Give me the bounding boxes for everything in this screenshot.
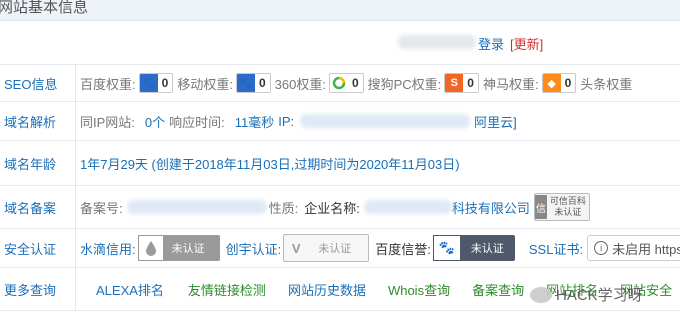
age-row: 域名年龄 1年7月29天 (创建于2018年11月03日,过期时间为2020年1… <box>0 141 680 186</box>
chuangyu-badge-text: 未认证 <box>318 243 352 255</box>
ssl-status[interactable]: i 未启用 https <box>587 235 680 261</box>
chuangyu-label: 创宇认证: <box>225 241 282 257</box>
age-value: 1年7月29天 (创建于2018年11月03日,过期时间为2020年11月03日… <box>80 156 460 172</box>
shuidi-badge[interactable]: 未认证 <box>137 235 220 261</box>
refresh-link[interactable]: [更新] <box>510 34 543 53</box>
seo-content: 百度权重: 🐾 0 移动权重: 🐾 0 360权重: 0 搜狗PC权重: S 0… <box>76 65 632 101</box>
shenma-weight-badge[interactable]: ◆ 0 <box>541 73 577 93</box>
badge-bottom-text: 未认证 <box>554 207 582 217</box>
baidu-badge-text: 未认证 <box>470 243 504 255</box>
company-value[interactable]: 科技有限公司 <box>452 198 530 217</box>
badge-top-text: 可信百科 <box>549 196 586 206</box>
nature-value: 企业 <box>304 200 331 216</box>
sogou-weight-badge[interactable]: S 0 <box>444 73 479 93</box>
paw-icon: 🐾 <box>432 235 461 261</box>
mobile-weight-value: 0 <box>258 76 266 90</box>
chuangyu-badge[interactable]: V 未认证 <box>283 234 370 262</box>
seo-item-label: 神马权重: <box>482 76 539 92</box>
shield-v-icon: V <box>291 240 301 256</box>
blurred-company <box>363 200 452 214</box>
paw-icon: 🐾 <box>139 74 158 92</box>
ssl-label: SSL证书: <box>528 241 584 257</box>
alexa-link[interactable]: ALEXA排名 <box>96 280 164 299</box>
sogou-weight-value: 0 <box>467 76 474 90</box>
seo-item-label: 360权重: <box>274 76 326 92</box>
seo-item-label: 搜狗PC权重: <box>367 76 442 92</box>
age-content: 1年7月29天 (创建于2018年11月03日,过期时间为2020年11月03日… <box>76 141 460 185</box>
water-drop-icon <box>137 235 164 261</box>
section-title: 网站基本信息 <box>0 0 89 16</box>
shuidi-badge-text: 未认证 <box>171 243 205 255</box>
nature-label: 性质: <box>268 200 299 216</box>
icp-row: 域名备案 备案号: 性质: 企业 名称: 科技有限公司 信 可信百科 未认证 <box>0 186 680 229</box>
ip-label: IP: <box>278 113 295 129</box>
shenma-icon: ◆ <box>542 74 561 92</box>
icp-label: 域名备案 <box>0 186 76 228</box>
baidu-badge[interactable]: 🐾 未认证 <box>432 235 515 261</box>
icp-query-link[interactable]: 备案查询 <box>472 280 524 299</box>
360-weight-value: 0 <box>351 76 359 90</box>
sogou-icon: S <box>445 74 464 92</box>
dns-label: 域名解析 <box>0 102 76 140</box>
360-weight-badge[interactable]: 0 <box>328 73 364 93</box>
age-label: 域名年龄 <box>0 141 76 185</box>
security-content: 水滴信用: 未认证 创宇认证: V 未认证 百度信誉: 🐾 未认证 SSL证书:… <box>76 229 680 267</box>
history-data-link[interactable]: 网站历史数据 <box>288 280 366 299</box>
more-label: 更多查询 <box>0 268 76 310</box>
response-label: 响应时间: <box>169 114 225 130</box>
response-value: 11毫秒 <box>234 114 275 130</box>
dns-content: 同IP网站: 0个 响应时间: 11毫秒 IP: 阿里云] <box>76 102 517 140</box>
company-label: 名称: <box>330 200 360 216</box>
dns-row: 域名解析 同IP网站: 0个 响应时间: 11毫秒 IP: 阿里云] <box>0 102 680 141</box>
login-link[interactable]: 登录 <box>478 34 504 53</box>
icp-content: 备案号: 性质: 企业 名称: 科技有限公司 信 可信百科 未认证 <box>76 186 590 228</box>
watermark: HACK学习呀 <box>530 284 643 305</box>
seo-label: SEO信息 <box>0 65 76 101</box>
seo-item-label: 百度权重: <box>80 76 136 92</box>
whois-link[interactable]: Whois查询 <box>388 280 450 299</box>
isp-value[interactable]: 阿里云] <box>474 112 517 131</box>
friendlink-check-link[interactable]: 友情链接检测 <box>188 280 266 299</box>
baidu-weight-badge[interactable]: 🐾 0 <box>138 73 174 93</box>
login-row: 登录 [更新] <box>0 21 680 65</box>
trusted-wiki-badge[interactable]: 信 可信百科 未认证 <box>533 193 590 221</box>
security-row: 安全认证 水滴信用: 未认证 创宇认证: V 未认证 百度信誉: 🐾 未认证 S… <box>0 229 680 268</box>
icp-number-label: 备案号: <box>80 200 123 216</box>
seo-item-label: 头条权重 <box>580 76 633 92</box>
wiki-icon: 信 <box>534 195 547 219</box>
blurred-ip <box>300 114 471 128</box>
security-label: 安全认证 <box>0 229 76 267</box>
seo-item-label: 移动权重: <box>177 76 233 92</box>
blurred-icp-number <box>126 200 267 214</box>
seo-row: SEO信息 百度权重: 🐾 0 移动权重: 🐾 0 360权重: 0 搜狗PC权… <box>0 65 680 102</box>
same-ip-value[interactable]: 0个 <box>145 112 165 131</box>
wechat-icon <box>530 286 552 303</box>
baidu-weight-value: 0 <box>161 76 169 90</box>
blurred-username <box>398 35 476 49</box>
paw-icon: 🐾 <box>236 74 255 92</box>
circle-360-icon <box>329 74 348 92</box>
section-header: 网站基本信息 <box>0 0 680 21</box>
shenma-weight-value: 0 <box>564 76 572 90</box>
shuidi-label: 水滴信用: <box>80 241 136 257</box>
ssl-status-text: 未启用 https <box>612 241 680 257</box>
baidu-label: 百度信誉: <box>375 241 431 257</box>
mobile-weight-badge[interactable]: 🐾 0 <box>235 73 271 93</box>
watermark-text: HACK学习呀 <box>556 287 643 304</box>
info-icon: i <box>594 241 609 255</box>
same-ip-label: 同IP网站: <box>80 114 135 130</box>
